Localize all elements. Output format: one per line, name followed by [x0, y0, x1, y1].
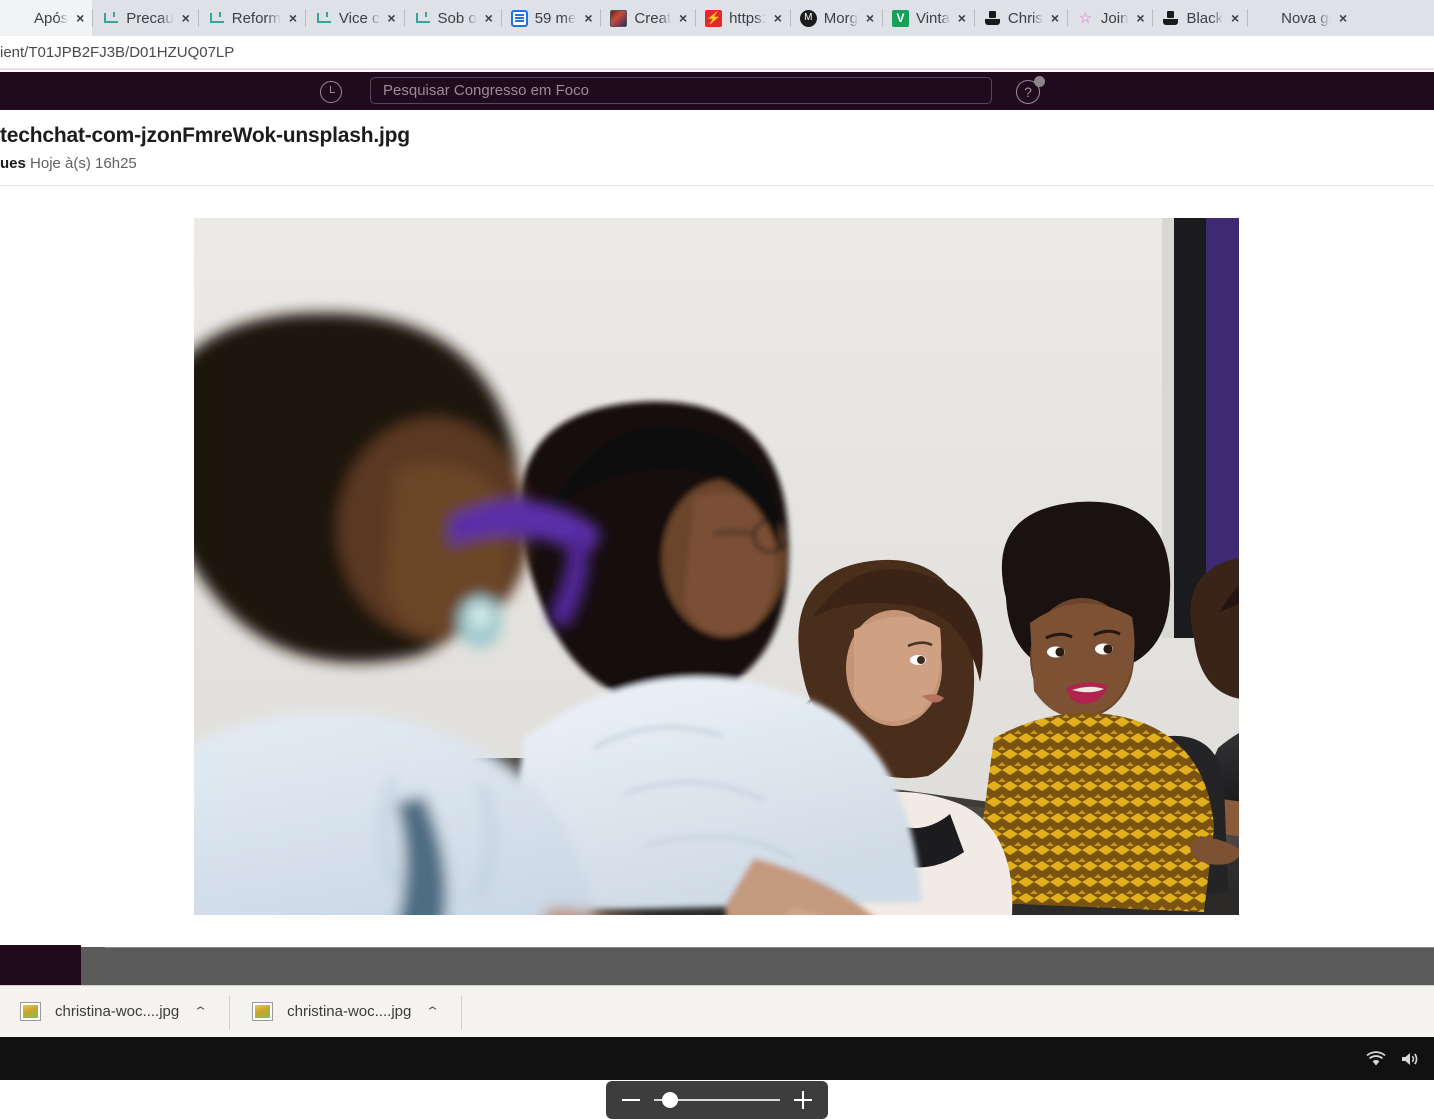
browser-tab[interactable]: Vice c ×	[304, 0, 404, 36]
address-bar[interactable]: ient/T01JPB2FJ3B/D01HZUQ07LP	[0, 36, 1434, 70]
tab-title: Precau	[126, 9, 174, 27]
wifi-icon[interactable]	[1366, 1050, 1386, 1067]
close-icon[interactable]: ×	[580, 10, 596, 26]
download-file-name: christina-woc....jpg	[287, 1003, 412, 1020]
file-author: ues	[0, 155, 26, 172]
unsplash-icon	[1162, 10, 1179, 27]
browser-tab[interactable]: V Vinta ×	[881, 0, 974, 36]
browser-tab[interactable]: Sob o ×	[403, 0, 501, 36]
photo-thumb-icon	[610, 9, 628, 27]
browser-tab[interactable]: Precau ×	[92, 0, 198, 36]
tab-title: Vinta	[915, 9, 950, 27]
close-icon[interactable]: ×	[1047, 10, 1063, 26]
help-notification-dot	[1034, 76, 1045, 87]
meeting-photo-graphic	[194, 218, 1239, 915]
tab-title: Join	[1100, 9, 1129, 27]
search-placeholder: Pesquisar Congresso em Foco	[383, 82, 589, 99]
download-item[interactable]: christina-woc....jpg ⌃	[6, 992, 231, 1032]
red-site-icon: ⚡	[705, 9, 723, 27]
file-meta: ues Hoje à(s) 16h25	[0, 155, 1434, 172]
tab-title: Sob o	[437, 9, 477, 27]
slack-bottom-strip	[0, 945, 1434, 985]
browser-tab[interactable]: 59 me ×	[500, 0, 601, 36]
download-item[interactable]: christina-woc....jpg ⌃	[238, 992, 463, 1032]
browser-tab[interactable]: Nova gui ×	[1247, 0, 1356, 36]
close-icon[interactable]: ×	[178, 10, 194, 26]
close-icon[interactable]: ×	[1132, 10, 1148, 26]
close-icon[interactable]: ×	[481, 10, 497, 26]
system-tray	[1366, 1037, 1430, 1080]
os-taskbar	[0, 1037, 1434, 1080]
file-name: techchat-com-jzonFmreWok-unsplash.jpg	[0, 124, 410, 147]
browser-tab[interactable]: Creat ×	[600, 0, 696, 36]
tab-title: Vice c	[338, 9, 380, 27]
blue-doc-icon	[510, 9, 528, 27]
zoom-slider-track[interactable]	[654, 1092, 780, 1108]
chevron-up-icon[interactable]: ⌃	[425, 1004, 440, 1020]
close-icon[interactable]: ×	[862, 10, 878, 26]
close-icon[interactable]: ×	[1227, 10, 1243, 26]
zoom-control[interactable]	[606, 1081, 828, 1119]
tab-title: Reform	[231, 9, 281, 27]
close-icon[interactable]: ×	[1335, 10, 1351, 26]
pink-star-icon: ☆	[1078, 9, 1093, 27]
teal-anchor-icon	[414, 10, 431, 27]
close-icon[interactable]: ×	[675, 10, 691, 26]
tab-title: Creat	[634, 9, 672, 27]
teal-anchor-icon	[208, 10, 225, 27]
browser-tab[interactable]: ⚡ https: ×	[695, 0, 790, 36]
address-bar-text: ient/T01JPB2FJ3B/D01HZUQ07LP	[0, 43, 235, 61]
close-icon[interactable]: ×	[285, 10, 301, 26]
tab-title: Nova gui	[1281, 9, 1331, 27]
close-icon[interactable]: ×	[954, 10, 970, 26]
browser-tab[interactable]: Black ×	[1152, 0, 1248, 36]
browser-tab[interactable]: ☆ Join ×	[1066, 0, 1153, 36]
tab-title: 59 me	[534, 9, 577, 27]
teal-anchor-icon	[315, 10, 332, 27]
tab-title: Black	[1186, 9, 1224, 27]
slack-sidebar-sliver	[0, 945, 81, 985]
search-input[interactable]: Pesquisar Congresso em Foco	[370, 77, 992, 104]
dark-circle-icon: M	[799, 9, 817, 27]
close-icon[interactable]: ×	[770, 10, 786, 26]
file-timestamp: Hoje à(s) 16h25	[30, 155, 137, 172]
none-icon	[1257, 10, 1274, 27]
tab-title: Morg	[823, 9, 858, 27]
image-viewer	[0, 187, 1434, 1119]
slack-main-sliver	[81, 947, 1434, 985]
tab-title: Após	[34, 9, 69, 27]
clock-history-icon[interactable]	[320, 81, 342, 103]
close-icon[interactable]: ×	[72, 10, 88, 26]
download-file-name: christina-woc....jpg	[55, 1003, 180, 1020]
file-info-bar: techchat-com-jzonFmreWok-unsplash.jpg ue…	[0, 110, 1434, 186]
tab-title: https:	[729, 9, 766, 27]
browser-tab[interactable]: Após ×	[0, 0, 93, 36]
volume-icon[interactable]	[1400, 1051, 1420, 1067]
slack-top-header: Pesquisar Congresso em Foco ?	[0, 72, 1434, 110]
unsplash-icon	[984, 10, 1001, 27]
zoom-slider-handle[interactable]	[662, 1092, 678, 1108]
zoom-out-icon[interactable]	[622, 1099, 640, 1101]
image-file-icon	[252, 1002, 274, 1021]
image-file-icon	[20, 1002, 41, 1021]
tab-title: Chris	[1007, 9, 1043, 27]
browser-tab[interactable]: M Morg ×	[789, 0, 882, 36]
chevron-up-icon[interactable]: ⌃	[193, 1004, 208, 1020]
browser-tab-strip: Após × Precau × Reform × Vice c × Sob o …	[0, 0, 1434, 36]
download-shelf: christina-woc....jpg ⌃ christina-woc....…	[0, 985, 1434, 1037]
zoom-in-icon[interactable]	[794, 1091, 812, 1109]
green-v-icon: V	[891, 9, 909, 27]
photo-image[interactable]	[194, 218, 1239, 915]
close-icon[interactable]: ×	[384, 10, 400, 26]
none-icon	[10, 10, 27, 27]
browser-tab[interactable]: Reform ×	[197, 0, 305, 36]
browser-tab[interactable]: Chris ×	[973, 0, 1067, 36]
teal-anchor-icon	[102, 10, 119, 27]
